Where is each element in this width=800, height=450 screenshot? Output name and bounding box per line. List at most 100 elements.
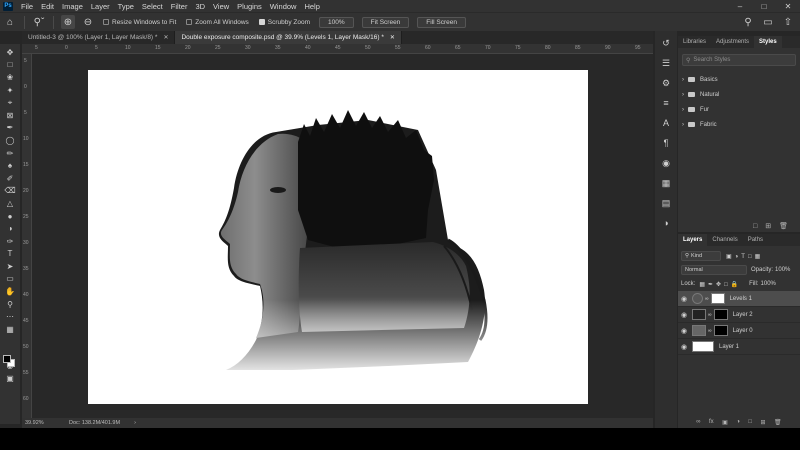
maximize-icon[interactable]: □ [752,0,776,12]
navigator-icon[interactable]: ◑ [658,215,674,231]
foreground-color-swatch[interactable] [3,355,11,363]
menu-select[interactable]: Select [138,2,167,11]
crop-tool-icon[interactable]: ⌖ [2,96,18,109]
fit-screen-button[interactable]: Fit Screen [361,16,410,28]
paint-bucket-icon[interactable]: △ [2,197,18,210]
menu-edit[interactable]: Edit [37,2,58,11]
trash-icon[interactable]: 🗑 [774,419,782,426]
screen-mode-icon[interactable]: ▣ [2,372,18,385]
layer-levels-1[interactable]: ◉ ∞ Levels 1 [678,291,800,307]
percent-100-button[interactable]: 100% [319,16,354,28]
minimize-icon[interactable]: – [728,0,752,12]
artboard-tool-icon[interactable]: □ [2,59,18,72]
glyphs-icon[interactable]: ◉ [658,155,674,171]
layer-2[interactable]: ◉ ∞ Layer 2 [678,307,800,323]
zoom-in-icon[interactable]: ⊕ [61,15,75,29]
style-group-fur[interactable]: › Fur [678,102,800,117]
move-tool-icon[interactable]: ✥ [2,46,18,59]
tab-double-exposure[interactable]: Double exposure composite.psd @ 39.9% (L… [175,31,402,44]
tab-styles[interactable]: Styles [754,36,782,48]
tab-paths[interactable]: Paths [743,234,768,246]
filter-icons[interactable]: ▣◑T□▦ [726,253,763,260]
frame-tool-icon[interactable]: ⊠ [2,109,18,122]
blur-tool-icon[interactable]: ● [2,210,18,223]
menu-plugins[interactable]: Plugins [233,2,266,11]
new-style-icon[interactable]: ⊞ [765,222,771,230]
hand-tool-icon[interactable]: ✋ [2,285,18,298]
close-icon[interactable]: ✕ [163,34,168,41]
pen-tool-icon[interactable]: ✑ [2,235,18,248]
resize-windows-checkbox[interactable]: Resize Windows to Fit [103,19,176,26]
magic-wand-icon[interactable]: ✦ [2,84,18,97]
eye-icon[interactable]: ◉ [678,311,690,319]
menu-type[interactable]: Type [114,2,138,11]
menu-filter[interactable]: Filter [167,2,192,11]
layer-1[interactable]: ◉ Layer 1 [678,339,800,355]
new-layer-icon[interactable]: ⊞ [761,419,766,426]
menu-view[interactable]: View [209,2,233,11]
zoom-tool-preset-icon[interactable]: ⚲ˇ [32,15,46,29]
eye-icon[interactable]: ◉ [678,327,690,335]
style-group-natural[interactable]: › Natural [678,87,800,102]
style-group-fabric[interactable]: › Fabric [678,117,800,132]
home-icon[interactable]: ⌂ [3,15,17,29]
default-colors-icon[interactable]: ▦ [2,323,18,336]
menu-image[interactable]: Image [58,2,87,11]
eye-icon[interactable]: ◉ [678,343,690,351]
brush-settings-icon[interactable]: ≡ [658,95,674,111]
style-group-basics[interactable]: › Basics [678,72,800,87]
zoom-level[interactable]: 39.92% [25,420,65,426]
link-layers-icon[interactable]: ∞ [696,419,700,425]
adjustment-layer-icon[interactable]: ◑ [736,419,740,425]
lock-icons[interactable]: ▦✒✥□🔒 [699,281,741,288]
link-icon[interactable]: ∞ [705,296,709,302]
eye-icon[interactable]: ◉ [678,295,690,303]
close-icon[interactable]: ✕ [390,34,395,41]
menu-help[interactable]: Help [300,2,323,11]
brush-tool-icon[interactable]: ✏ [2,147,18,160]
zoom-tool-icon[interactable]: ⚲ [2,298,18,311]
character-icon[interactable]: A [658,115,674,131]
lasso-tool-icon[interactable]: ❀ [2,71,18,84]
search-icon[interactable]: ⚲ [741,16,755,30]
fill-screen-button[interactable]: Fill Screen [417,16,467,28]
add-mask-icon[interactable]: ▣ [722,419,728,426]
adjust-icon[interactable]: ⚙ [658,75,674,91]
zoom-all-windows-checkbox[interactable]: Zoom All Windows [186,19,249,26]
tab-untitled-3[interactable]: Untitled-3 @ 100% (Layer 1, Layer Mask/8… [22,31,176,44]
history-icon[interactable]: ↺ [658,35,674,51]
link-icon[interactable]: ∞ [708,328,712,334]
clone-stamp-icon[interactable]: ♠ [2,159,18,172]
spot-healing-icon[interactable]: ◯ [2,134,18,147]
document-canvas[interactable] [88,70,588,404]
swatches-icon[interactable]: ▦ [658,175,674,191]
opacity-value[interactable]: 100% [775,267,790,273]
close-icon[interactable]: ✕ [776,0,800,12]
menu-window[interactable]: Window [266,2,301,11]
scrubby-zoom-checkbox[interactable]: Scrubby Zoom [258,19,310,26]
history-brush-icon[interactable]: ✐ [2,172,18,185]
menu-layer[interactable]: Layer [87,2,114,11]
share-icon[interactable]: ⇧ [781,16,795,30]
layer-style-icon[interactable]: fx [709,419,714,425]
tab-adjustments[interactable]: Adjustments [711,36,754,48]
new-group-icon[interactable]: □ [753,223,757,230]
dodge-tool-icon[interactable]: ◑ [2,222,18,235]
paragraph-icon[interactable]: ¶ [658,135,674,151]
tab-channels[interactable]: Channels [707,234,742,246]
tab-libraries[interactable]: Libraries [678,36,711,48]
layer-0[interactable]: ◉ ∞ Layer 0 [678,323,800,339]
workspace-icon[interactable]: ▭ [761,16,775,30]
tab-layers[interactable]: Layers [678,234,708,246]
link-icon[interactable]: ∞ [708,312,712,318]
more-tools-icon[interactable]: ⋯ [2,310,18,323]
shape-tool-icon[interactable]: ▭ [2,273,18,286]
kind-filter-select[interactable]: ⚲ Kind [681,251,721,261]
search-styles-input[interactable]: ⚲ Search Styles [682,54,796,66]
fill-value[interactable]: 100% [761,281,776,287]
channels-icon[interactable]: ▤ [658,195,674,211]
blend-mode-select[interactable]: Normal [681,265,747,275]
new-group-icon[interactable]: □ [748,419,752,425]
menu-file[interactable]: File [17,2,37,11]
path-selection-icon[interactable]: ➤ [2,260,18,273]
